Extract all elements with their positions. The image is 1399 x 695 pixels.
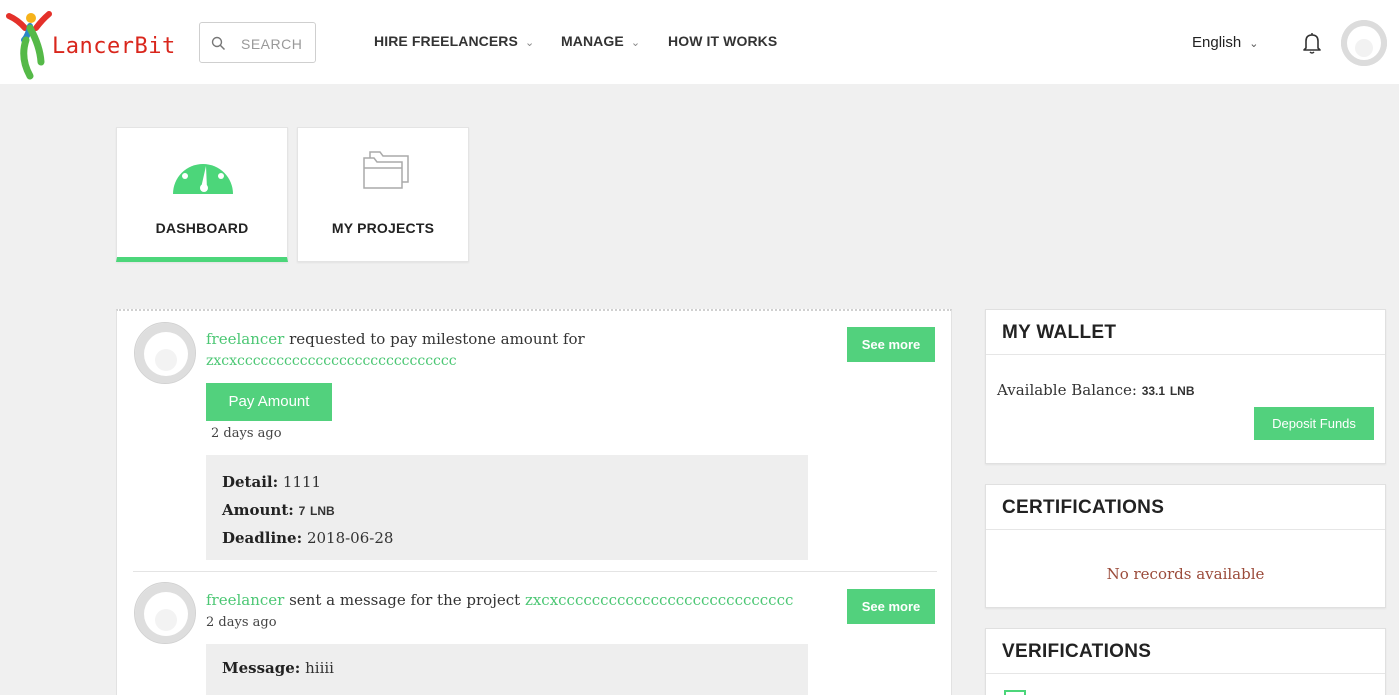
deadline-row: Deadline: 2018-06-28 — [222, 529, 393, 547]
card-title: VERIFICATIONS — [1002, 641, 1152, 662]
message-preview: Message: hiiii — [206, 644, 808, 695]
user-avatar[interactable] — [1341, 20, 1387, 66]
nav-manage[interactable]: MANAGE ⌄ — [561, 33, 640, 49]
balance-unit: LNB — [1169, 384, 1195, 398]
chevron-down-icon: ⌄ — [524, 37, 535, 49]
timestamp: 2 days ago — [211, 426, 282, 441]
search-icon — [211, 36, 226, 51]
nav-how-it-works[interactable]: HOW IT WORKS — [668, 33, 777, 49]
activity-message: freelancer requested to pay milestone am… — [206, 328, 585, 350]
message-row: Message: hiiii — [222, 659, 334, 677]
card-title: MY WALLET — [1002, 322, 1117, 343]
search-box[interactable]: SEARCH — [199, 22, 316, 63]
avatar-placeholder-icon — [135, 583, 195, 643]
checkbox-icon[interactable] — [1004, 690, 1026, 695]
folders-icon — [363, 151, 409, 189]
milestone-details: Detail: 1111 Amount: 7 LNB Deadline: 201… — [206, 455, 808, 560]
language-label: English — [1192, 34, 1242, 51]
nav-label: MANAGE — [561, 33, 624, 49]
available-balance: Available Balance: 33.1 LNB — [997, 381, 1195, 399]
detail-value: 1111 — [282, 473, 322, 491]
activity-text: sent a message for the project — [289, 591, 521, 609]
deadline-value: 2018-06-28 — [306, 529, 394, 547]
user-link[interactable]: freelancer — [206, 591, 284, 609]
nav-label: HIRE FREELANCERS — [374, 33, 518, 49]
speedometer-icon — [173, 154, 233, 194]
activity-text: requested to pay milestone amount for — [289, 330, 585, 348]
tab-label: MY PROJECTS — [331, 220, 435, 236]
bell-icon — [1303, 33, 1321, 54]
logo-figure-icon — [6, 11, 52, 80]
detail-label: Detail: — [222, 473, 279, 491]
divider — [986, 529, 1385, 530]
activity-message: freelancer sent a message for the projec… — [206, 589, 793, 611]
tab-label: DASHBOARD — [155, 220, 249, 236]
amount-unit: LNB — [310, 504, 335, 518]
activity-project: zxcxcccccccccccccccccccccccccccc — [206, 350, 457, 372]
project-link[interactable]: zxcxcccccccccccccccccccccccccccc — [525, 591, 793, 609]
message-label: Message: — [222, 659, 301, 677]
top-navbar: LancerBit SEARCH HIRE FREELANCERS ⌄ MANAG… — [0, 0, 1399, 84]
divider — [986, 354, 1385, 355]
tab-dashboard[interactable]: DASHBOARD — [116, 127, 288, 262]
wallet-card: MY WALLET Available Balance: 33.1 LNB De… — [985, 309, 1386, 464]
amount-label: Amount: — [222, 501, 294, 519]
logo-text: LancerBit — [52, 34, 176, 59]
user-avatar — [134, 582, 196, 644]
message-value: hiiii — [305, 659, 334, 677]
notification-bell[interactable] — [1301, 31, 1323, 60]
certifications-card: CERTIFICATIONS No records available — [985, 484, 1386, 608]
verifications-card: VERIFICATIONS — [985, 628, 1386, 695]
see-more-button[interactable]: See more — [847, 589, 935, 624]
deposit-funds-button[interactable]: Deposit Funds — [1254, 407, 1374, 440]
nav-hire-freelancers[interactable]: HIRE FREELANCERS ⌄ — [374, 33, 534, 49]
balance-label: Available Balance: — [997, 381, 1137, 399]
balance-value: 33.1 — [1141, 384, 1166, 398]
amount-row: Amount: 7 LNB — [222, 501, 335, 519]
chevron-down-icon: ⌄ — [1249, 38, 1259, 50]
divider — [986, 673, 1385, 674]
timestamp: 2 days ago — [206, 615, 277, 630]
card-title: CERTIFICATIONS — [1002, 497, 1165, 518]
deadline-label: Deadline: — [222, 529, 303, 547]
divider — [133, 571, 937, 572]
amount-value: 7 — [298, 504, 306, 518]
search-placeholder: SEARCH — [241, 36, 303, 52]
see-more-button[interactable]: See more — [847, 327, 935, 362]
language-selector[interactable]: English ⌄ — [1192, 34, 1258, 51]
avatar-placeholder-icon — [135, 323, 195, 383]
avatar-placeholder-icon — [1341, 20, 1387, 66]
lancerbit-logo[interactable]: LancerBit — [6, 6, 196, 80]
activity-feed: freelancer requested to pay milestone am… — [116, 309, 952, 695]
user-link[interactable]: freelancer — [206, 330, 284, 348]
detail-row: Detail: 1111 — [222, 473, 321, 491]
chevron-down-icon: ⌄ — [630, 37, 641, 49]
pay-amount-button[interactable]: Pay Amount — [206, 383, 332, 421]
nav-label: HOW IT WORKS — [668, 33, 778, 49]
empty-state-text: No records available — [1106, 565, 1265, 583]
project-link[interactable]: zxcxcccccccccccccccccccccccccccc — [206, 353, 457, 369]
tab-my-projects[interactable]: MY PROJECTS — [297, 127, 469, 262]
user-avatar — [134, 322, 196, 384]
